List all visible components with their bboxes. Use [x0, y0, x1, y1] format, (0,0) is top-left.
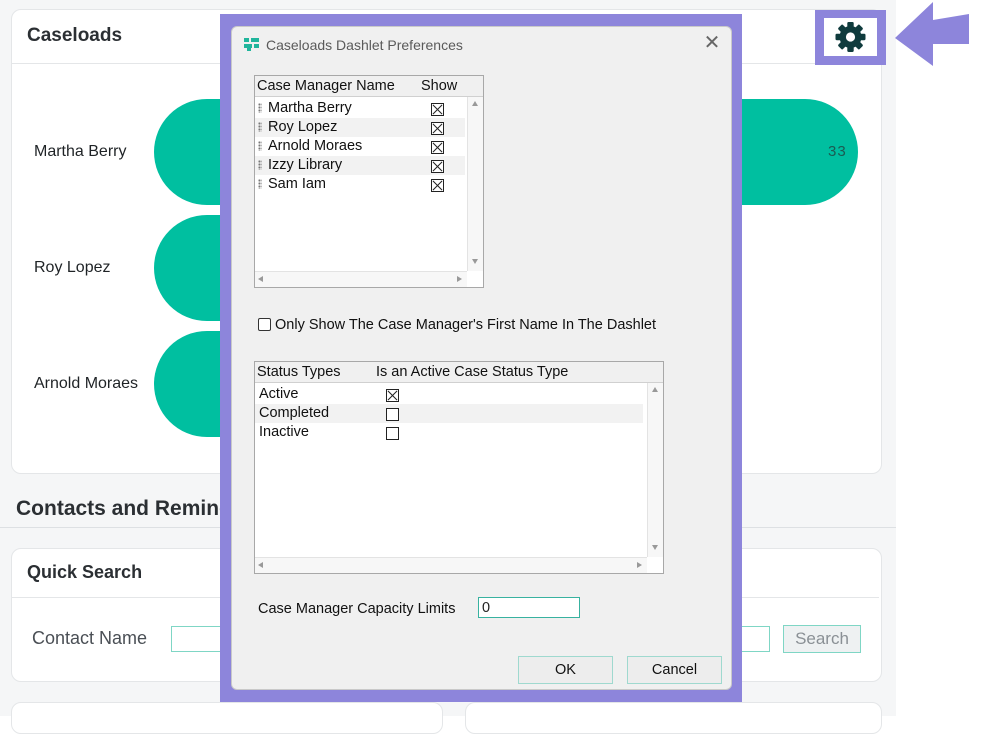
header-case-manager-name[interactable]: Case Manager Name: [257, 78, 395, 94]
preferences-dialog: Caseloads Dashlet Preferences ✕ Case Man…: [231, 26, 732, 690]
show-checkbox[interactable]: [431, 122, 444, 135]
scroll-right-arrow[interactable]: [457, 276, 462, 282]
bottom-card-left: [11, 702, 443, 734]
manager-name: Martha Berry: [268, 100, 352, 116]
status-table-header: Status Types Is an Active Case Status Ty…: [255, 362, 663, 383]
scroll-down-arrow[interactable]: [472, 259, 478, 264]
grip-icon[interactable]: [258, 141, 262, 151]
manager-name: Arnold Moraes: [268, 138, 363, 154]
scroll-up-arrow[interactable]: [652, 387, 658, 392]
contact-name-label: Contact Name: [32, 628, 148, 648]
vertical-scrollbar[interactable]: [647, 383, 663, 557]
vertical-scrollbar[interactable]: [467, 97, 483, 271]
header-status-types[interactable]: Status Types: [257, 364, 341, 380]
gear-icon: [835, 22, 866, 52]
cancel-button[interactable]: Cancel: [627, 656, 722, 684]
table-row[interactable]: Arnold Moraes: [255, 137, 465, 156]
right-gutter: [896, 0, 987, 716]
scroll-down-arrow[interactable]: [652, 545, 658, 550]
dialog-title: Caseloads Dashlet Preferences: [266, 37, 463, 53]
show-checkbox[interactable]: [431, 103, 444, 116]
header-show[interactable]: Show: [421, 78, 457, 94]
capacity-limits-label: Case Manager Capacity Limits: [258, 601, 456, 617]
horizontal-scrollbar[interactable]: [255, 557, 647, 573]
scroll-up-arrow[interactable]: [472, 101, 478, 106]
show-checkbox[interactable]: [431, 141, 444, 154]
grip-icon[interactable]: [258, 179, 262, 189]
contacts-reminders-title: Contacts and Remind: [16, 497, 232, 520]
caseloads-title: Caseloads: [27, 25, 123, 46]
first-name-only-label: Only Show The Case Manager's First Name …: [275, 317, 657, 333]
managers-table: Case Manager Name Show Martha Berry Roy …: [254, 75, 484, 288]
show-checkbox[interactable]: [431, 179, 444, 192]
caseload-value-martha: 33: [828, 143, 847, 160]
scroll-left-arrow[interactable]: [258, 562, 263, 568]
search-button[interactable]: Search: [783, 625, 861, 653]
grip-icon[interactable]: [258, 103, 262, 113]
status-types-table: Status Types Is an Active Case Status Ty…: [254, 361, 664, 574]
manager-name: Roy Lopez: [268, 119, 338, 135]
caseload-name-roy: Roy Lopez: [34, 259, 111, 276]
manager-name: Sam Iam: [268, 176, 327, 192]
bottom-card-right: [465, 702, 882, 734]
quick-search-title: Quick Search: [27, 562, 143, 582]
caseload-name-martha: Martha Berry: [34, 143, 127, 160]
active-status-checkbox[interactable]: [386, 389, 399, 402]
gear-button[interactable]: [824, 18, 877, 56]
close-icon[interactable]: ✕: [702, 33, 722, 53]
table-row[interactable]: Roy Lopez: [255, 118, 465, 137]
table-row[interactable]: Sam Iam: [255, 175, 465, 194]
status-name: Completed: [259, 405, 330, 421]
grip-icon[interactable]: [258, 160, 262, 170]
scroll-left-arrow[interactable]: [258, 276, 263, 282]
app-logo-icon: [244, 38, 259, 51]
table-row[interactable]: Inactive: [255, 423, 643, 442]
horizontal-scrollbar[interactable]: [255, 271, 467, 287]
manager-name: Izzy Library: [268, 157, 343, 173]
managers-table-header: Case Manager Name Show: [255, 76, 483, 97]
table-row[interactable]: Completed: [255, 404, 643, 423]
first-name-only-checkbox[interactable]: [258, 318, 271, 331]
caseload-name-arnold: Arnold Moraes: [34, 375, 139, 392]
table-row[interactable]: Martha Berry: [255, 99, 465, 118]
table-row[interactable]: Izzy Library: [255, 156, 465, 175]
table-row[interactable]: Active: [255, 385, 643, 404]
show-checkbox[interactable]: [431, 160, 444, 173]
grip-icon[interactable]: [258, 122, 262, 132]
active-status-checkbox[interactable]: [386, 427, 399, 440]
status-name: Inactive: [259, 424, 309, 440]
ok-button[interactable]: OK: [518, 656, 613, 684]
active-status-checkbox[interactable]: [386, 408, 399, 421]
dialog-titlebar[interactable]: Caseloads Dashlet Preferences ✕: [232, 27, 731, 63]
scroll-right-arrow[interactable]: [637, 562, 642, 568]
header-is-active[interactable]: Is an Active Case Status Type: [376, 364, 568, 380]
capacity-limits-input[interactable]: 0: [478, 597, 580, 618]
arrow-pointer-icon: [895, 2, 969, 66]
status-name: Active: [259, 386, 299, 402]
